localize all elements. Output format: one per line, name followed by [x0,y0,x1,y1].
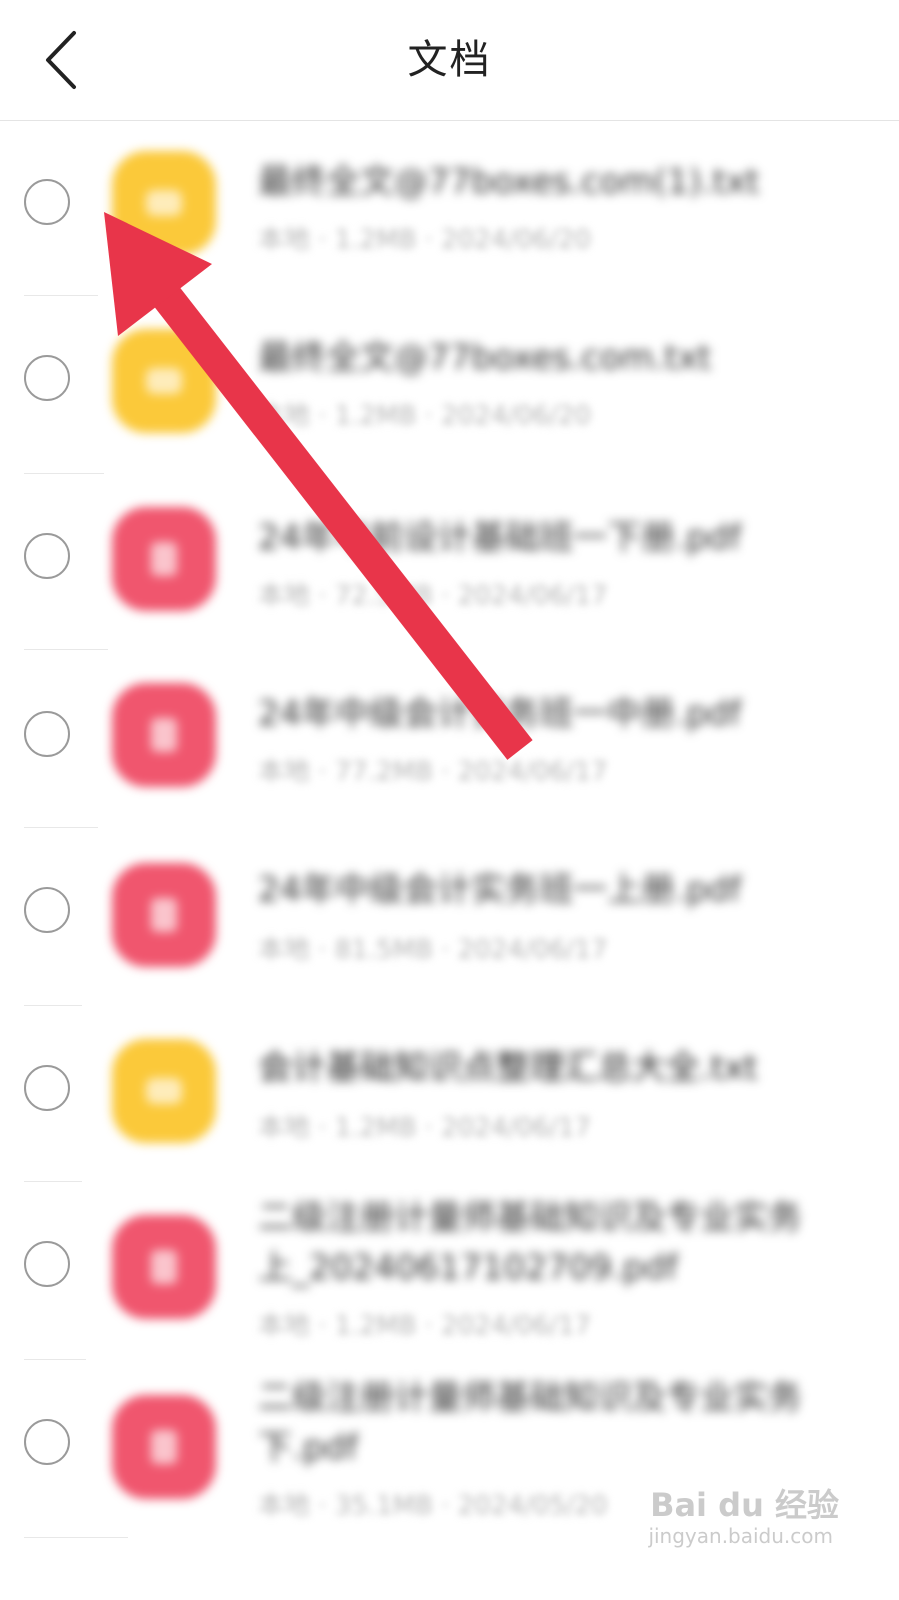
file-row[interactable]: 最终全文@77boxes.com.txt 本地 · 1.2MB · 2024/0… [0,297,899,475]
file-name: 24年中级会计实务班一中册.pdf [258,694,742,734]
row-divider [24,1005,82,1006]
file-row[interactable]: 最终全文@77boxes.com(1).txt 本地 · 1.2MB · 202… [0,121,899,297]
file-name: 二级注册计量师基础知识及专业实务下.pdf [258,1378,802,1468]
watermark-logo: Bai du 经验 [650,1486,839,1524]
row-divider [24,1537,128,1538]
file-row[interactable]: 24年考前设计基础班一下册.pdf 本地 · 72.5MB · 2024/06/… [0,475,899,651]
file-row[interactable]: 会计基础知识点整理汇总大全.txt 本地 · 1.2MB · 2024/06/1… [0,1007,899,1183]
pdf-icon [112,1395,216,1499]
file-name: 24年考前设计基础班一下册.pdf [258,518,742,558]
pdf-icon [112,507,216,611]
document-icon [112,329,216,433]
file-name: 会计基础知识点整理汇总大全.txt [258,1048,758,1088]
watermark-url: jingyan.baidu.com [648,1524,833,1548]
file-name: 二级注册计量师基础知识及专业实务上_20240617102709.pdf [258,1198,802,1288]
select-radio[interactable] [24,1241,70,1287]
file-row[interactable]: 二级注册计量师基础知识及专业实务上_20240617102709.pdf 本地 … [0,1183,899,1361]
row-divider [24,649,108,650]
top-bar: 文档 [0,0,899,121]
watermark: Bai du 经验 jingyan.baidu.com [648,1480,839,1570]
pdf-icon [112,683,216,787]
row-divider [24,1359,86,1360]
file-name: 最终全文@77boxes.com(1).txt [258,162,760,202]
select-radio[interactable] [24,1419,70,1465]
file-meta: 本地 · 1.2MB · 2024/06/20 [258,225,592,255]
select-radio[interactable] [24,711,70,757]
pdf-icon [112,863,216,967]
page-title: 文档 [407,37,492,83]
file-name: 24年中级会计实务班一上册.pdf [258,870,742,910]
row-divider [24,473,104,474]
select-radio[interactable] [24,887,70,933]
file-meta: 本地 · 1.2MB · 2024/06/17 [258,1311,592,1341]
file-row[interactable]: 24年中级会计实务班一上册.pdf 本地 · 81.5MB · 2024/06/… [0,829,899,1007]
file-meta: 本地 · 1.2MB · 2024/06/17 [258,1113,592,1143]
file-row[interactable]: 24年中级会计实务班一中册.pdf 本地 · 77.2MB · 2024/06/… [0,651,899,829]
select-radio[interactable] [24,179,70,225]
document-icon [112,151,216,255]
select-radio[interactable] [24,355,70,401]
file-meta: 本地 · 77.2MB · 2024/06/17 [258,757,608,787]
row-divider [24,295,98,296]
row-divider [24,827,98,828]
pdf-icon [112,1215,216,1319]
document-icon [112,1039,216,1143]
file-meta: 本地 · 1.2MB · 2024/06/20 [258,401,592,431]
file-meta: 本地 · 72.5MB · 2024/06/17 [258,581,608,611]
file-meta: 本地 · 81.5MB · 2024/06/17 [258,935,608,965]
select-radio[interactable] [24,1065,70,1111]
select-radio[interactable] [24,533,70,579]
file-name: 最终全文@77boxes.com.txt [258,338,712,378]
row-divider [24,1181,82,1182]
